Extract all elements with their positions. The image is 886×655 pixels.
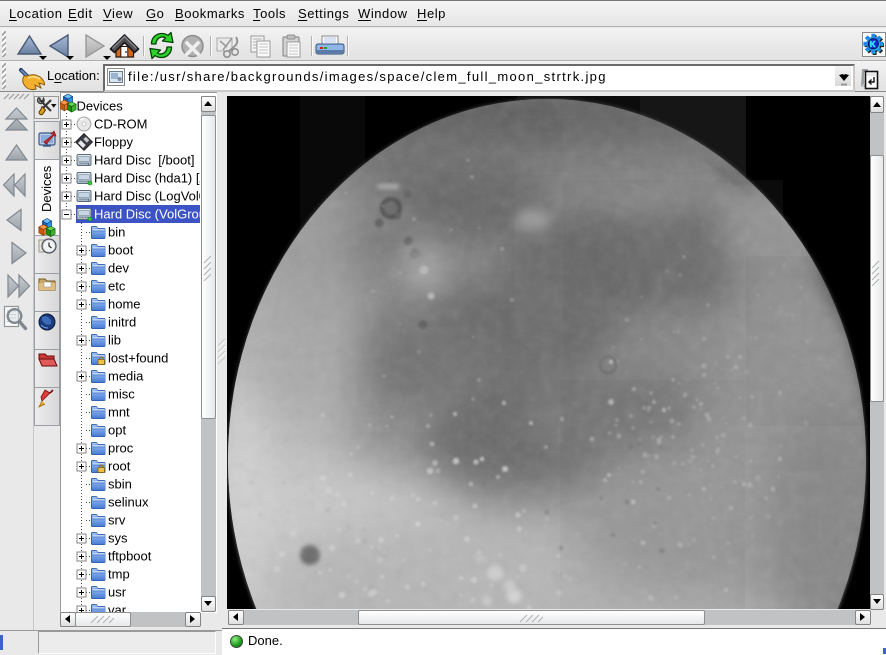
svg-text:sbin: sbin xyxy=(108,477,132,492)
svg-text:initrd: initrd xyxy=(108,315,136,330)
svg-text:misc: misc xyxy=(108,387,135,402)
svg-text:Hard Disc (VolGroup00): Hard Disc (VolGroup00) xyxy=(94,207,200,222)
svg-text:sys: sys xyxy=(108,531,128,546)
svg-text:Floppy: Floppy xyxy=(94,135,134,150)
svg-text:dev: dev xyxy=(108,261,129,276)
svg-text:root: root xyxy=(108,459,131,474)
svg-text:mnt: mnt xyxy=(108,405,130,420)
svg-text:home: home xyxy=(108,297,141,312)
svg-text:proc: proc xyxy=(108,441,134,456)
svg-text:boot: boot xyxy=(108,243,134,258)
svg-text:etc: etc xyxy=(108,279,126,294)
svg-text:lost+found: lost+found xyxy=(108,351,168,366)
svg-text:tmp: tmp xyxy=(108,567,130,582)
svg-text:tftpboot: tftpboot xyxy=(108,549,152,564)
svg-text:lib: lib xyxy=(108,333,121,348)
svg-text:Devices: Devices xyxy=(39,165,54,212)
svg-text:media: media xyxy=(108,369,144,384)
svg-text:bin: bin xyxy=(108,225,125,240)
svg-text:opt: opt xyxy=(108,423,126,438)
svg-text:var: var xyxy=(108,603,127,613)
svg-text:Hard Disc [/boot]: Hard Disc [/boot] xyxy=(94,153,194,168)
svg-text:Hard Disc (LogVol00): Hard Disc (LogVol00) xyxy=(94,189,200,204)
svg-text:CD-ROM: CD-ROM xyxy=(94,117,147,132)
svg-text:srv: srv xyxy=(108,513,126,528)
svg-text:Devices: Devices xyxy=(77,99,124,114)
svg-text:usr: usr xyxy=(108,585,127,600)
svg-text:selinux: selinux xyxy=(108,495,149,510)
svg-text:Hard Disc (hda1) [/]: Hard Disc (hda1) [/] xyxy=(94,171,200,186)
